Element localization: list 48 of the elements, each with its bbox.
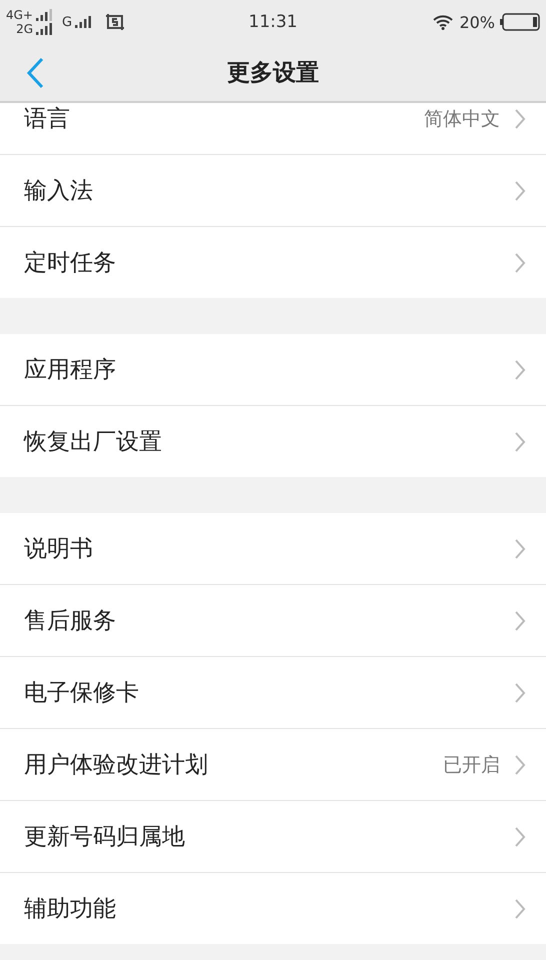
row-label: 输入法 [24,177,94,206]
chevron-icon [514,180,526,202]
chevron-icon [514,610,526,632]
row-label: 语言 [24,105,71,134]
settings-row[interactable]: 电子保修卡 [0,657,546,729]
chevron-icon [514,430,526,452]
settings-row[interactable]: 更新号码归属地 [0,801,546,873]
page-title: 更多设置 [227,59,319,88]
settings-row[interactable]: 输入法 [0,155,546,227]
settings-row[interactable]: 定时任务 [0,227,546,298]
row-label: 售后服务 [24,607,117,636]
row-label: 应用程序 [24,356,117,385]
row-label: 辅助功能 [24,895,117,924]
settings-row[interactable]: 用户体验改进计划 已开启 [0,729,546,801]
network-label: G [62,14,72,30]
signal-icon [36,9,54,21]
chevron-icon [514,108,526,130]
battery-icon [500,13,540,31]
row-label: 定时任务 [24,249,117,278]
row-label: 说明书 [24,535,94,564]
chevron-icon [514,682,526,704]
row-value: 简体中文 [424,106,500,132]
wifi-icon [432,14,454,30]
signal-icon [36,23,54,35]
settings-row[interactable]: 恢复出厂设置 [0,406,546,477]
chevron-icon [514,252,526,274]
settings-row[interactable]: 应用程序 [0,334,546,406]
battery-percent: 20% [459,12,495,32]
row-label: 恢复出厂设置 [24,428,163,457]
chevron-icon [514,538,526,560]
screenshot-icon [105,13,126,31]
network-label: 4G+ [6,8,33,22]
row-label: 电子保修卡 [24,679,140,708]
row-value: 已开启 [443,752,500,778]
chevron-icon [514,754,526,776]
chevron-icon [514,898,526,920]
settings-row[interactable]: 说明书 [0,513,546,585]
network-label: 2G [16,22,33,36]
back-button[interactable] [26,56,44,88]
row-label: 用户体验改进计划 [24,751,209,780]
settings-row[interactable]: 语言 简体中文 [0,103,546,155]
clock: 11:31 [248,12,298,32]
chevron-icon [514,826,526,848]
row-label: 更新号码归属地 [24,823,186,852]
signal-icon [75,16,94,28]
chevron-icon [514,358,526,380]
settings-row[interactable]: 辅助功能 [0,873,546,944]
settings-row[interactable]: 售后服务 [0,585,546,657]
